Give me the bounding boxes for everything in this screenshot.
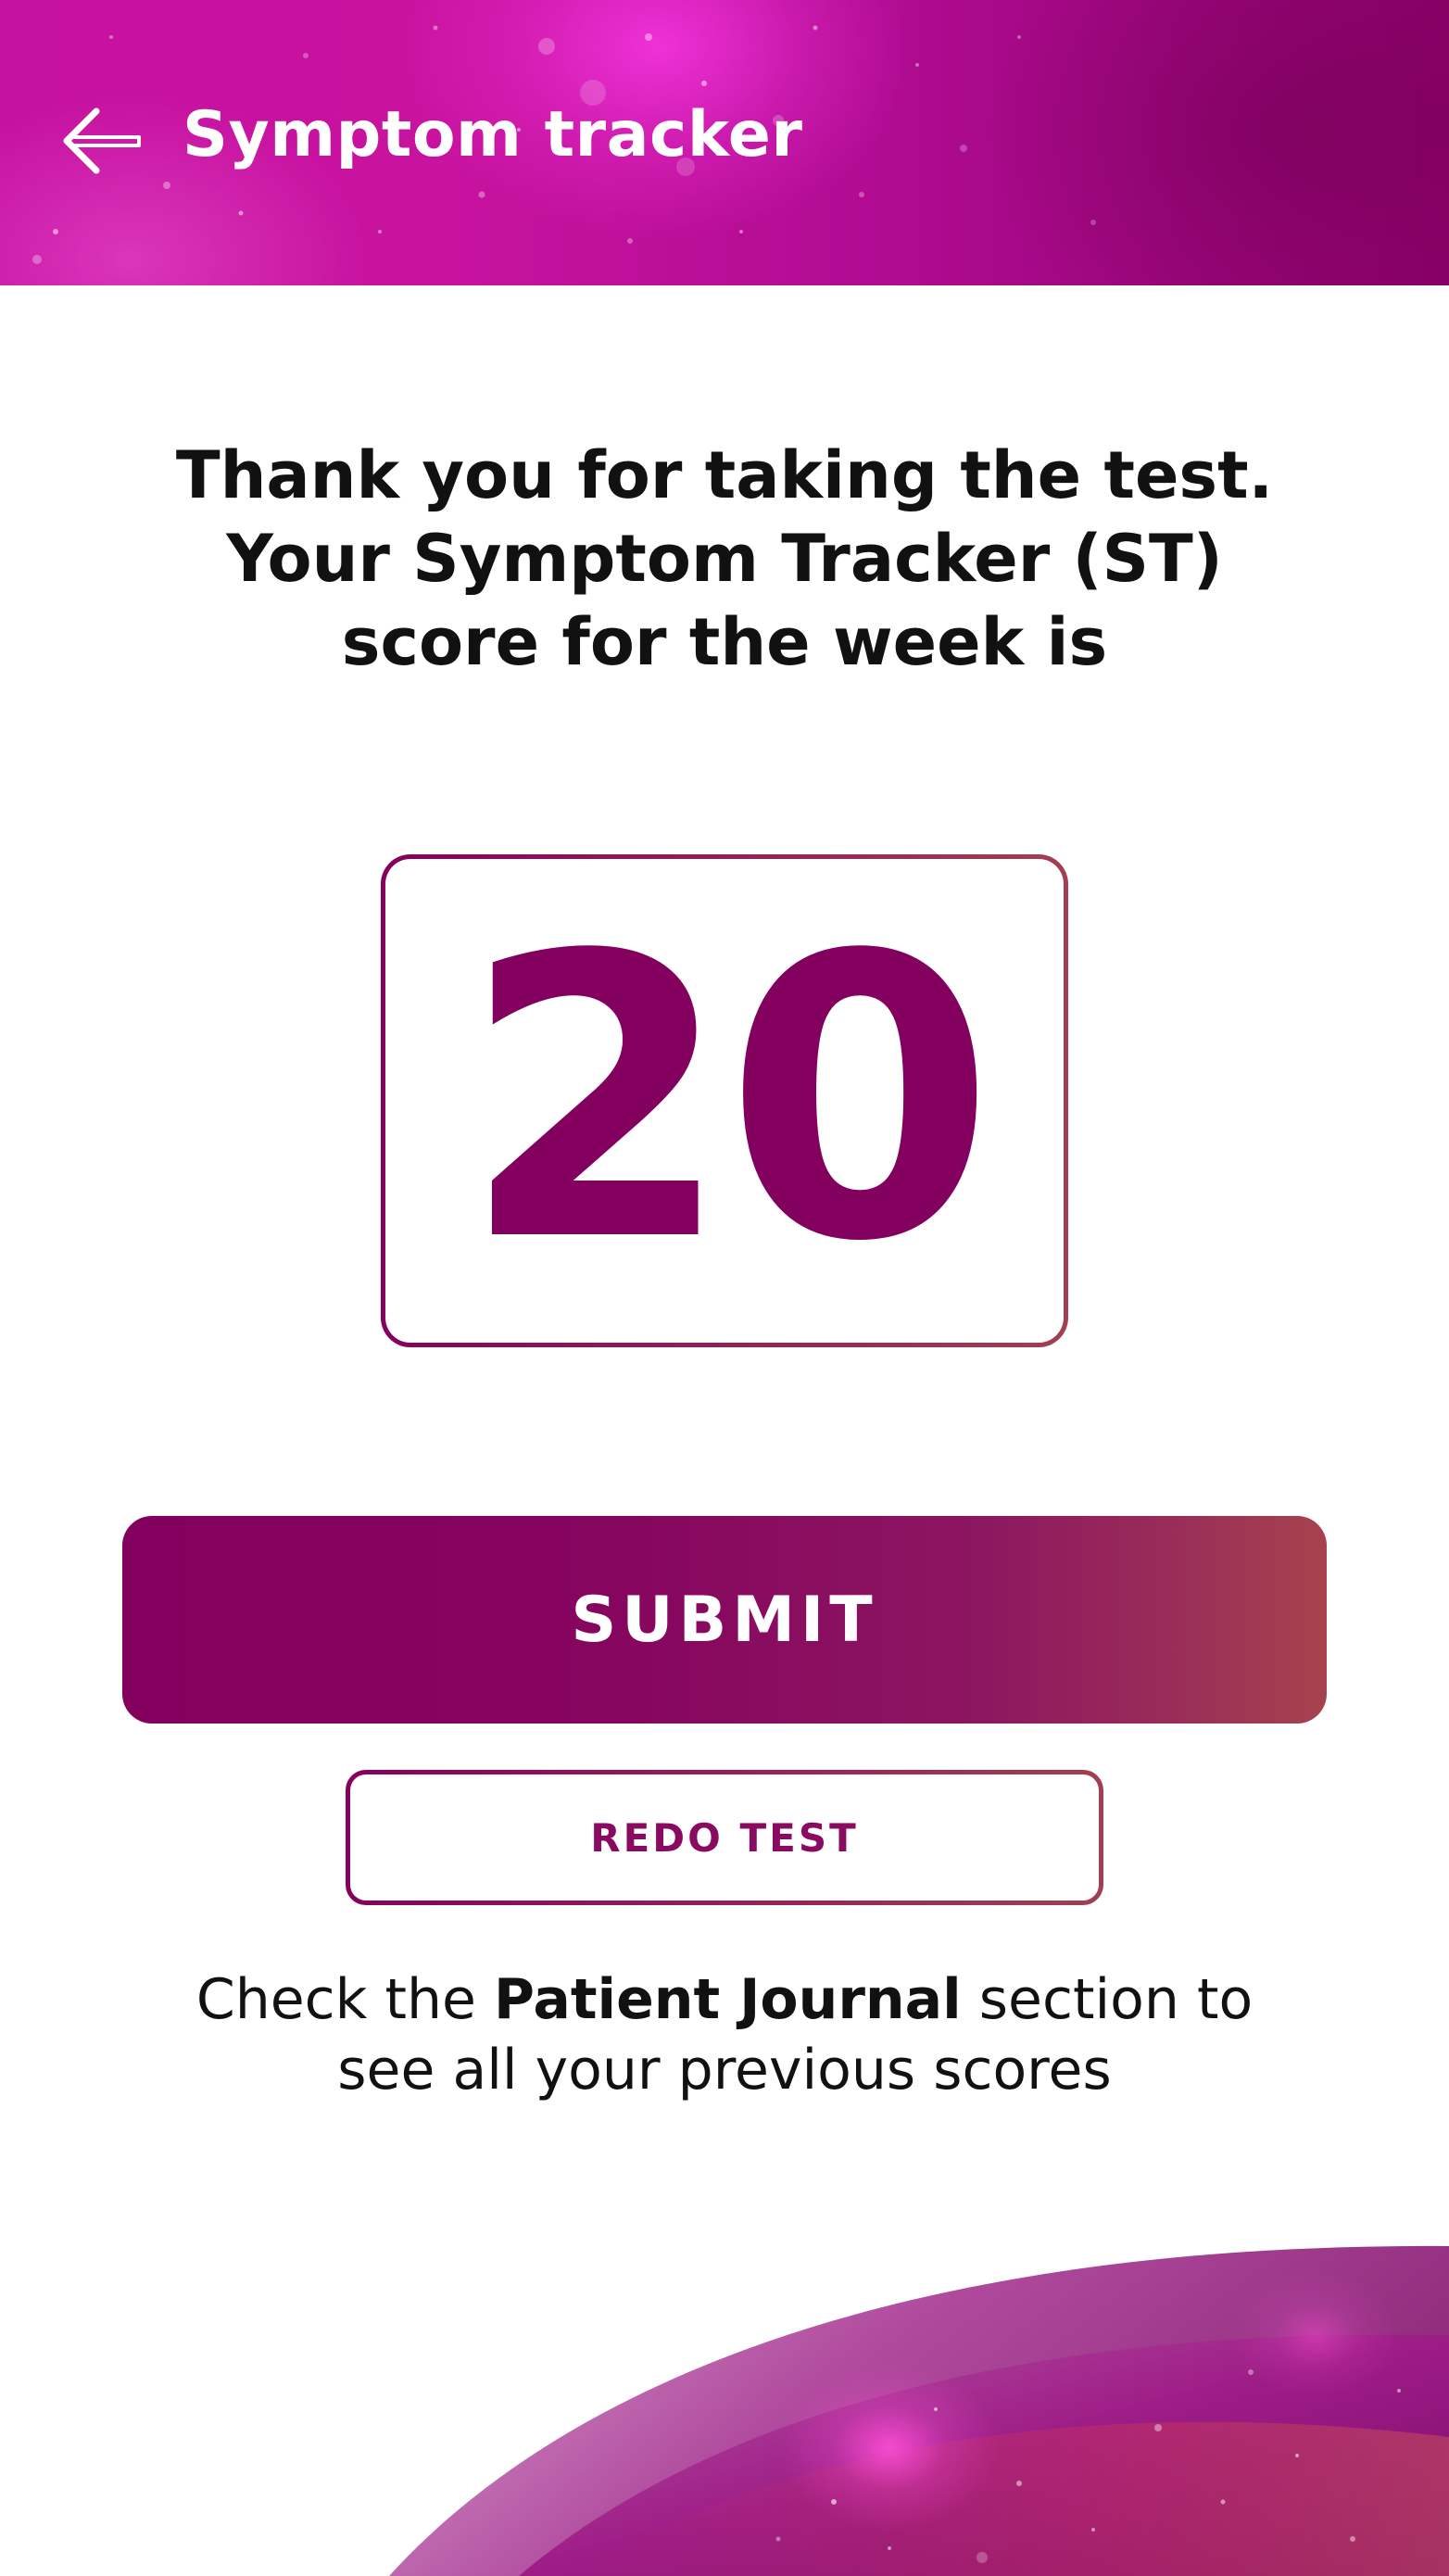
hint-prefix: Check the: [195, 1967, 494, 2032]
hint-suffix: section to: [961, 1967, 1254, 2032]
thank-you-line: Your Symptom Tracker (ST): [226, 521, 1223, 597]
patient-journal-label: Patient Journal: [494, 1967, 962, 2032]
thank-you-line: Thank you for taking the test.: [175, 437, 1274, 513]
app-header: Symptom tracker: [0, 0, 1449, 285]
hint-line: Check the Patient Journal section to: [93, 1964, 1356, 2035]
score-value: 20: [460, 874, 995, 1327]
thank-you-message: Thank you for taking the test. Your Symp…: [93, 434, 1356, 684]
thank-you-line: score for the week is: [341, 604, 1108, 680]
patient-journal-hint: Check the Patient Journal section to see…: [93, 1964, 1356, 2105]
submit-button[interactable]: SUBMIT: [122, 1516, 1327, 1724]
arrow-left-icon: [63, 107, 141, 174]
decorative-wave: [389, 2245, 1449, 2576]
symptom-tracker-result-screen: Symptom tracker Thank you for taking the…: [0, 0, 1449, 2576]
page-title: Symptom tracker: [183, 98, 803, 171]
redo-test-button[interactable]: REDO TEST: [346, 1770, 1103, 1905]
hint-line: see all your previous scores: [337, 2038, 1112, 2102]
score-card: 20: [381, 854, 1068, 1347]
back-button[interactable]: [57, 100, 150, 183]
